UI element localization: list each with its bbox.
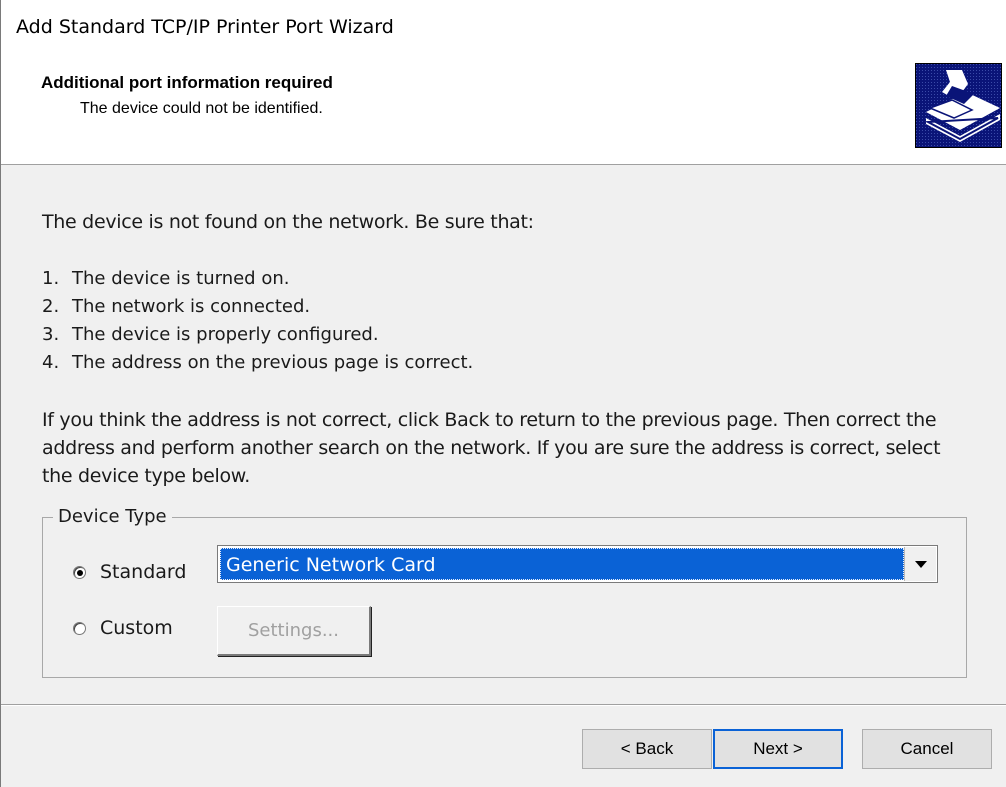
header-title: Additional port information required [41,73,333,92]
wizard-window: Add Standard TCP/IP Printer Port Wizard … [0,0,1006,787]
list-number: 4. [42,352,60,373]
standard-device-select[interactable]: Generic Network Card [217,545,938,583]
list-number: 1. [42,268,60,289]
instruction-paragraph: If you think the address is not correct,… [42,409,941,487]
list-text: The device is turned on. [72,268,290,289]
back-button[interactable]: < Back [582,729,712,769]
printer-wizard-icon [915,63,1002,148]
list-number: 3. [42,324,60,345]
device-type-group [42,517,967,678]
list-text: The address on the previous page is corr… [72,352,474,373]
footer-separator [1,704,1006,706]
custom-radio-button[interactable] [73,621,86,635]
window-title: Add Standard TCP/IP Printer Port Wizard [16,16,394,38]
list-item: 2. The network is connected. [42,296,310,317]
list-text: The device is properly configured. [72,324,379,345]
device-type-group-label: Device Type [53,506,172,527]
dropdown-arrow-icon[interactable] [904,547,936,581]
list-number: 2. [42,296,60,317]
wizard-header: Additional port information required The… [1,60,1006,165]
intro-text: The device is not found on the network. … [42,211,534,233]
custom-radio-option[interactable]: Custom [73,617,173,639]
next-button[interactable]: Next > [713,729,843,769]
custom-radio-label[interactable]: Custom [100,617,173,639]
list-item: 3. The device is properly configured. [42,324,379,345]
standard-radio-button[interactable] [73,565,86,579]
list-text: The network is connected. [72,296,311,317]
cancel-button[interactable]: Cancel [862,729,992,769]
list-item: 1. The device is turned on. [42,268,289,289]
standard-radio-option[interactable]: Standard [73,561,186,583]
standard-device-selected-value[interactable]: Generic Network Card [220,548,904,580]
title-bar: Add Standard TCP/IP Printer Port Wizard [1,0,1006,60]
settings-button: Settings... [217,606,371,656]
standard-radio-label[interactable]: Standard [100,561,186,583]
header-subtitle: The device could not be identified. [80,100,323,117]
list-item: 4. The address on the previous page is co… [42,352,473,373]
